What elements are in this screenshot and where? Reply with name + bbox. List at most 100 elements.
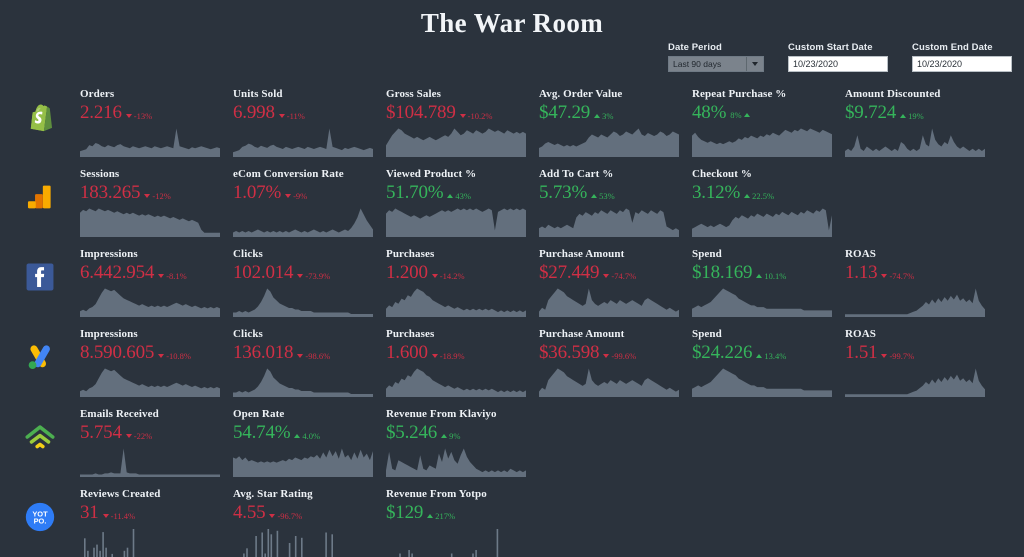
metric-card[interactable]: Impressions 6.442.954 -8.1%: [80, 248, 233, 328]
triangle-down-icon: [431, 354, 438, 358]
metric-value: 1.200: [386, 262, 428, 283]
metric-card[interactable]: Revenue From Yotpo $129 217%: [386, 488, 539, 557]
metric-sparkline: [692, 368, 832, 397]
metric-card[interactable]: Purchases 1.600 -18.9%: [386, 328, 539, 408]
metric-card[interactable]: ROAS 1.51 -99.7%: [845, 328, 998, 408]
metric-card[interactable]: Orders 2.216 -13%: [80, 88, 233, 168]
triangle-up-icon: [441, 434, 448, 438]
metric-title: Impressions: [80, 248, 138, 260]
metric-card[interactable]: Purchase Amount $27.449 -74.7%: [539, 248, 692, 328]
metric-card[interactable]: Avg. Order Value $47.29 3%: [539, 88, 692, 168]
metric-value: $9.724: [845, 102, 897, 123]
metric-delta-value: 22.5%: [752, 191, 775, 201]
metric-card[interactable]: Clicks 136.018 -98.6%: [233, 328, 386, 408]
metric-delta: -74.7%: [881, 271, 914, 281]
metric-card[interactable]: Sessions 183.265 -12%: [80, 168, 233, 248]
date-period-value[interactable]: Last 90 days: [669, 57, 747, 71]
triangle-down-icon: [603, 354, 610, 358]
triangle-down-icon: [125, 434, 132, 438]
metric-delta: -9%: [285, 191, 307, 201]
metric-title: Avg. Star Rating: [233, 488, 313, 500]
metric-sparkline: [80, 288, 220, 317]
metric-value: 1.600: [386, 342, 428, 363]
metric-card[interactable]: Avg. Star Rating 4.55 -96.7%: [233, 488, 386, 557]
metric-value: 102.014: [233, 262, 294, 283]
metric-card[interactable]: Gross Sales $104.789 -10.2%: [386, 88, 539, 168]
metric-sparkline: [233, 448, 373, 477]
metric-sparkline: [692, 288, 832, 317]
metric-delta: -73.9%: [297, 271, 330, 281]
metric-title: Emails Received: [80, 408, 159, 420]
triangle-down-icon: [459, 114, 466, 118]
metric-card[interactable]: Checkout % 3.12% 22.5%: [692, 168, 845, 248]
custom-end-date-label: Custom End Date: [912, 42, 993, 53]
date-period-select[interactable]: Last 90 days: [668, 56, 764, 72]
metric-sparkline: [539, 368, 679, 397]
metric-sparkline: [692, 128, 832, 157]
metric-delta-value: 8%: [730, 110, 742, 120]
metric-value-line: 1.07% -9%: [233, 182, 386, 206]
triangle-up-icon: [591, 194, 598, 198]
metric-value-line: $5.246 9%: [386, 422, 539, 446]
metric-card[interactable]: Revenue From Klaviyo $5.246 9%: [386, 408, 539, 488]
triangle-down-icon: [431, 274, 438, 278]
triangle-down-icon: [881, 274, 888, 278]
metric-card[interactable]: Open Rate 54.74% 4.0%: [233, 408, 386, 488]
metric-row-google-ads: Impressions 8.590.605 -10.8% Clicks 136.018 -…: [0, 328, 1024, 408]
custom-start-date-input[interactable]: 10/23/2020: [788, 56, 888, 72]
triangle-down-icon: [285, 194, 292, 198]
metric-delta: -96.7%: [269, 511, 302, 521]
metric-card[interactable]: ROAS 1.13 -74.7%: [845, 248, 998, 328]
custom-end-date-input[interactable]: 10/23/2020: [912, 56, 1012, 72]
metric-value-line: 4.55 -96.7%: [233, 502, 386, 526]
metric-title: Checkout %: [692, 168, 752, 180]
metric-card[interactable]: Purchase Amount $36.598 -99.6%: [539, 328, 692, 408]
metric-value: 31: [80, 502, 99, 523]
chevron-down-icon[interactable]: [747, 57, 763, 71]
metric-card[interactable]: Viewed Product % 51.70% 43%: [386, 168, 539, 248]
metric-delta-value: -96.7%: [277, 511, 303, 521]
metric-card[interactable]: Impressions 8.590.605 -10.8%: [80, 328, 233, 408]
metric-delta-value: 10.1%: [764, 271, 787, 281]
metric-card[interactable]: Spend $18.169 10.1%: [692, 248, 845, 328]
metric-value: 6.442.954: [80, 262, 155, 283]
metric-delta-value: -98.6%: [305, 351, 331, 361]
metric-card[interactable]: Spend $24.226 13.4%: [692, 328, 845, 408]
metric-title: Spend: [692, 328, 722, 340]
metric-sparkline: [80, 128, 220, 157]
filter-controls: Date Period Last 90 days Custom Start Da…: [668, 42, 1012, 72]
metric-card[interactable]: eCom Conversion Rate 1.07% -9%: [233, 168, 386, 248]
metric-card[interactable]: Units Sold 6.998 -11%: [233, 88, 386, 168]
metric-sparkline: [399, 529, 499, 557]
date-period-control: Date Period Last 90 days: [668, 42, 764, 72]
metric-card-group: Impressions 6.442.954 -8.1% Clicks 102.014 -7…: [80, 248, 1024, 328]
metric-delta: 3%: [594, 111, 613, 121]
metric-value: 54.74%: [233, 422, 291, 443]
metric-value-line: $27.449 -74.7%: [539, 262, 692, 286]
metric-card[interactable]: Reviews Created 31 -11.4%: [80, 488, 233, 557]
metric-card[interactable]: Purchases 1.200 -14.2%: [386, 248, 539, 328]
metric-delta-value: 53%: [599, 191, 615, 201]
metric-title: Impressions: [80, 328, 138, 340]
metric-card[interactable]: Clicks 102.014 -73.9%: [233, 248, 386, 328]
metric-value-line: $9.724 19%: [845, 102, 998, 126]
metric-delta-value: -11%: [286, 111, 305, 121]
metric-card[interactable]: Amount Discounted $9.724 19%: [845, 88, 998, 168]
metric-card[interactable]: Emails Received 5.754 -22%: [80, 408, 233, 488]
metric-value: 8.590.605: [80, 342, 155, 363]
metric-value-line: 3.12% 22.5%: [692, 182, 845, 206]
shopify-icon: [0, 88, 80, 168]
metric-delta-value: -18.9%: [439, 351, 465, 361]
metric-card[interactable]: Add To Cart % 5.73% 53%: [539, 168, 692, 248]
metric-delta: 8%: [730, 110, 750, 120]
metric-value: 2.216: [80, 102, 122, 123]
triangle-down-icon: [278, 114, 285, 118]
metric-delta-value: 13.4%: [764, 351, 787, 361]
google-analytics-icon: [0, 168, 80, 248]
metric-sparkline: [386, 368, 526, 397]
metric-delta: -11%: [278, 111, 305, 121]
metric-card[interactable]: Repeat Purchase % 48% 8%: [692, 88, 845, 168]
page-title: The War Room: [420, 8, 604, 38]
metric-value: 5.73%: [539, 182, 588, 203]
triangle-up-icon: [756, 274, 763, 278]
